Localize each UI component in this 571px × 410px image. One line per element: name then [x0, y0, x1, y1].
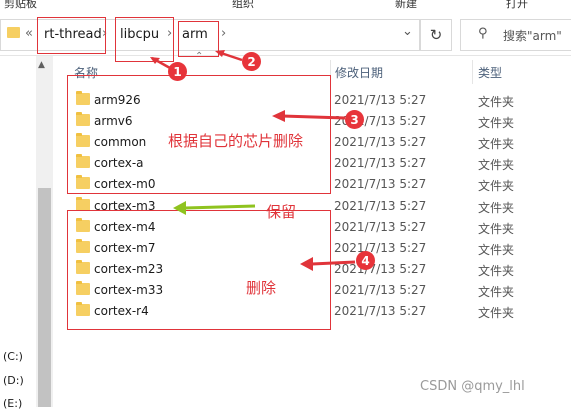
arrow-2-head	[215, 50, 225, 57]
arrow-3-head	[272, 110, 285, 122]
badge-1: 1	[168, 62, 187, 81]
badge-4: 4	[356, 251, 375, 270]
badge-2: 2	[242, 52, 261, 71]
annotation-keep: 保留	[266, 203, 297, 221]
arrow-keep	[184, 204, 256, 210]
badge-3: 3	[345, 110, 364, 129]
arrow-3	[281, 114, 346, 120]
annotation-delete-by-chip: 根据自己的芯片删除	[168, 132, 304, 150]
arrow-4-head	[300, 257, 313, 271]
annotation-delete: 删除	[246, 279, 277, 297]
arrow-4	[311, 260, 356, 266]
arrow-keep-head	[173, 201, 186, 215]
watermark-text: CSDN @qmy_lhl	[420, 379, 525, 394]
